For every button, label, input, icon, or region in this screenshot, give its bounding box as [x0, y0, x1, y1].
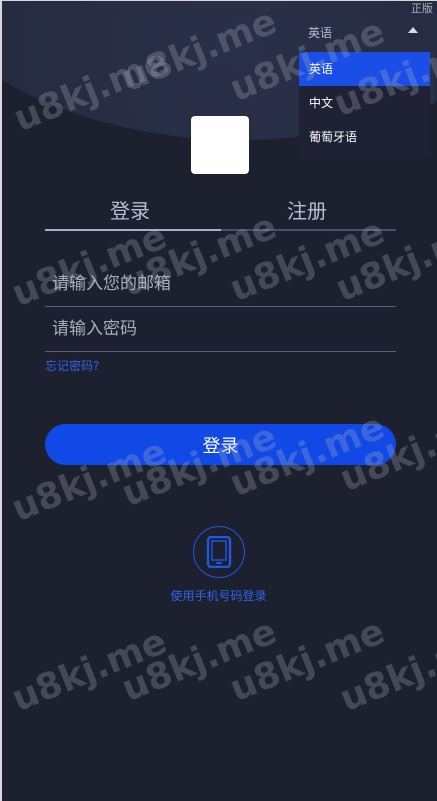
window-left-border — [0, 0, 2, 801]
tab-login[interactable]: 登录 — [110, 195, 150, 224]
app-logo — [191, 116, 249, 174]
window-top-border — [0, 0, 437, 1]
login-screen: 正版 英语 英语 中文 葡萄牙语 登录 注册 忘记密码? 登录 使用手机号码登录… — [0, 0, 437, 801]
watermark: u8kj.me — [224, 611, 391, 710]
watermark: u8kj.me — [6, 621, 173, 720]
language-option-portuguese[interactable]: 葡萄牙语 — [299, 120, 430, 154]
forgot-password-link[interactable]: 忘记密码? — [45, 357, 99, 374]
phone-login-label[interactable]: 使用手机号码登录 — [0, 587, 437, 604]
auth-tabs: 登录 注册 — [45, 193, 396, 231]
tab-register[interactable]: 注册 — [287, 195, 327, 224]
active-tab-indicator — [45, 229, 221, 231]
caret-up-icon[interactable] — [408, 27, 418, 33]
password-input[interactable] — [45, 307, 410, 351]
language-option-chinese[interactable]: 中文 — [299, 86, 430, 120]
email-input[interactable] — [45, 262, 410, 306]
login-button[interactable]: 登录 — [45, 424, 396, 465]
language-menu-scrollbar[interactable] — [430, 52, 434, 104]
language-selector[interactable]: 英语 — [308, 24, 332, 41]
watermark: u8kj.me — [334, 621, 437, 720]
password-field — [45, 307, 410, 352]
phone-login-button[interactable] — [193, 526, 245, 578]
language-menu: 英语 中文 葡萄牙语 — [299, 52, 430, 158]
watermark: u8kj.me — [116, 611, 283, 710]
language-option-english[interactable]: 英语 — [299, 52, 430, 86]
email-field — [45, 262, 410, 307]
corner-label: 正版 — [411, 2, 433, 15]
phone-icon — [206, 536, 232, 568]
